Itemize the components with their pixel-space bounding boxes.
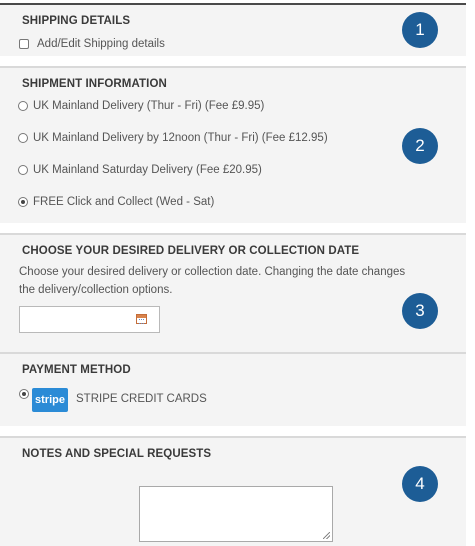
shipment-option-label-4[interactable]: FREE Click and Collect (Wed - Sat) bbox=[33, 196, 214, 208]
resize-grip-icon[interactable] bbox=[323, 532, 330, 539]
shipment-option-label-3[interactable]: UK Mainland Saturday Delivery (Fee £20.9… bbox=[33, 164, 262, 176]
step-badge-3: 3 bbox=[402, 293, 438, 329]
step-badge-1: 1 bbox=[402, 12, 438, 48]
delivery-date-input[interactable] bbox=[19, 306, 160, 333]
delivery-date-heading: CHOOSE YOUR DESIRED DELIVERY OR COLLECTI… bbox=[0, 233, 466, 264]
notes-textarea[interactable] bbox=[139, 486, 333, 542]
shipment-option-radio-1[interactable] bbox=[18, 101, 28, 111]
shipment-information-heading: SHIPMENT INFORMATION bbox=[0, 66, 466, 97]
shipment-option-label-1[interactable]: UK Mainland Delivery (Thur - Fri) (Fee £… bbox=[33, 100, 264, 112]
shipping-details-heading: SHIPPING DETAILS bbox=[0, 3, 466, 34]
shipment-option-radio-2[interactable] bbox=[18, 133, 28, 143]
shipment-option-radio-3[interactable] bbox=[18, 165, 28, 175]
payment-method-heading: PAYMENT METHOD bbox=[0, 352, 466, 383]
step-badge-4: 4 bbox=[402, 466, 438, 502]
shipment-option-radio-4[interactable] bbox=[18, 197, 28, 207]
payment-stripe-label[interactable]: STRIPE CREDIT CARDS bbox=[76, 393, 207, 405]
step-badge-2: 2 bbox=[402, 128, 438, 164]
notes-heading: NOTES AND SPECIAL REQUESTS bbox=[0, 436, 466, 467]
add-edit-shipping-label[interactable]: Add/Edit Shipping details bbox=[37, 38, 165, 50]
payment-stripe-radio[interactable] bbox=[19, 389, 29, 399]
payment-method-section: PAYMENT METHOD bbox=[0, 352, 466, 426]
delivery-date-description-line1: Choose your desired delivery or collecti… bbox=[19, 266, 406, 278]
shipment-option-label-2[interactable]: UK Mainland Delivery by 12noon (Thur - F… bbox=[33, 132, 328, 144]
stripe-logo: stripe bbox=[32, 388, 68, 412]
delivery-date-description-line2: the delivery/collection options. bbox=[19, 284, 173, 296]
add-edit-shipping-checkbox[interactable] bbox=[19, 39, 29, 49]
calendar-icon[interactable] bbox=[136, 314, 147, 324]
